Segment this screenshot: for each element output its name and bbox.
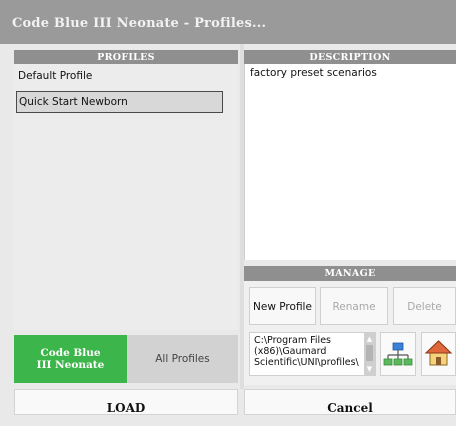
home-icon: [424, 340, 453, 366]
delete-button[interactable]: Delete: [393, 287, 456, 325]
window-title: Code Blue III Neonate - Profiles...: [12, 16, 267, 31]
network-folder-icon: [383, 342, 413, 366]
profiles-list[interactable]: Default Profile Quick Start Newborn: [14, 64, 238, 330]
profile-item-quick-start-newborn[interactable]: Quick Start Newborn: [16, 91, 223, 113]
tab-all-profiles[interactable]: All Profiles: [127, 335, 238, 383]
manage-panel: New Profile Rename Delete C:\Program Fil…: [244, 281, 456, 385]
manage-header: MANAGE: [244, 266, 456, 281]
description-box[interactable]: factory preset scenarios: [244, 64, 456, 260]
path-scrollbar[interactable]: ▲ ▼: [364, 333, 375, 375]
load-button[interactable]: LOAD: [14, 389, 238, 415]
home-folder-button[interactable]: [421, 332, 456, 376]
title-bar: Code Blue III Neonate - Profiles...: [0, 0, 456, 44]
description-text: factory preset scenarios: [250, 67, 377, 79]
profiles-header: PROFILES: [14, 50, 238, 65]
scroll-down-icon[interactable]: ▼: [364, 364, 375, 374]
browse-network-button[interactable]: [380, 332, 416, 376]
rename-button[interactable]: Rename: [320, 287, 388, 325]
tab-code-blue-neonate[interactable]: Code Blue III Neonate: [14, 335, 127, 383]
profiles-path-field[interactable]: C:\Program Files (x86)\Gaumard Scientifi…: [249, 332, 376, 376]
description-header: DESCRIPTION: [244, 50, 456, 65]
cancel-button[interactable]: Cancel: [244, 389, 456, 415]
profiles-path-text: C:\Program Files (x86)\Gaumard Scientifi…: [254, 335, 359, 368]
new-profile-button[interactable]: New Profile: [249, 287, 316, 325]
scroll-up-icon[interactable]: ▲: [364, 334, 375, 344]
profile-item-default[interactable]: Default Profile: [16, 65, 92, 87]
scroll-thumb[interactable]: [366, 345, 373, 361]
